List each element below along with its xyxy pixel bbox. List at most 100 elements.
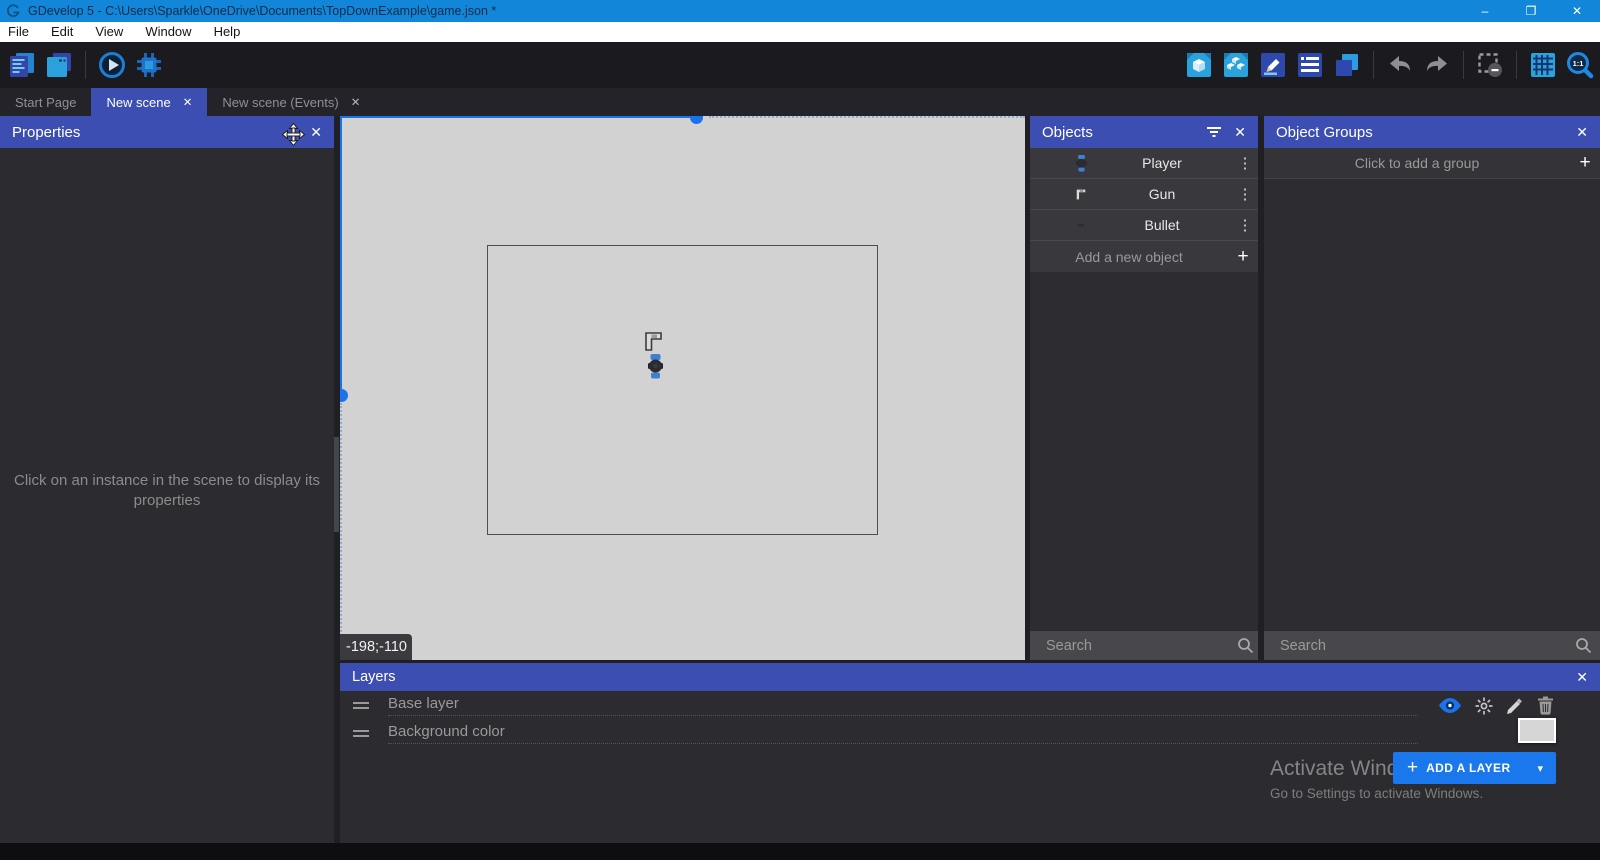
drag-handle-icon[interactable] [353, 730, 369, 737]
deselect-all-icon[interactable] [1476, 51, 1504, 79]
undo-icon[interactable] [1386, 51, 1414, 79]
menu-help[interactable]: Help [203, 22, 252, 42]
plus-icon[interactable]: + [1570, 152, 1600, 174]
layer-name[interactable]: Background color [388, 723, 1418, 744]
object-menu-icon[interactable]: ⋮ [1232, 216, 1258, 234]
groups-search-input[interactable] [1264, 638, 1566, 654]
horizontal-scrollbar-thumb[interactable] [690, 116, 703, 124]
properties-panel: Properties ✕ Click on an instance in the… [0, 116, 334, 843]
title-bar: GDevelop 5 - C:\Users\Sparkle\OneDrive\D… [0, 0, 1600, 22]
objects-header[interactable]: Objects ✕ [1030, 116, 1258, 148]
object-row-player[interactable]: Player ⋮ [1030, 148, 1258, 179]
layer-name[interactable]: Base layer [388, 695, 1418, 716]
plus-icon[interactable]: + [1228, 246, 1258, 268]
object-menu-icon[interactable]: ⋮ [1232, 185, 1258, 203]
menu-window[interactable]: Window [134, 22, 202, 42]
object-groups-panel: Object Groups ✕ Click to add a group + [1264, 116, 1600, 660]
object-groups-header[interactable]: Object Groups ✕ [1264, 116, 1600, 148]
toolbar-separator [1516, 51, 1517, 79]
drag-handle-icon[interactable] [353, 702, 369, 709]
scene-canvas[interactable]: -198;-110 [340, 116, 1025, 660]
player-instance[interactable] [648, 354, 663, 379]
search-icon [1233, 637, 1258, 654]
project-manager-icon[interactable] [8, 51, 36, 79]
toolbar-separator [85, 51, 86, 79]
horizontal-scrollbar-track [709, 116, 1025, 118]
tab-label: Start Page [15, 95, 76, 110]
object-name: Gun [1092, 186, 1232, 202]
plus-icon: + [1407, 757, 1418, 779]
add-group-row[interactable]: Click to add a group + [1264, 148, 1600, 179]
add-layer-button[interactable]: + ADD A LAYER ▾ [1393, 752, 1556, 784]
add-object-group-icon[interactable] [1222, 51, 1250, 79]
redo-icon[interactable] [1423, 51, 1451, 79]
add-object-row[interactable]: Add a new object + [1030, 241, 1258, 272]
vertical-scrollbar[interactable] [340, 116, 342, 390]
objects-title: Objects [1042, 124, 1093, 141]
tab-new-scene-events[interactable]: New scene (Events) ✕ [207, 88, 375, 116]
tab-close-icon[interactable]: ✕ [351, 95, 361, 109]
tab-bar: Start Page New scene ✕ New scene (Events… [0, 88, 1600, 116]
zoom-1-1-icon[interactable]: 1:1 [1566, 51, 1594, 79]
gun-object-icon [1070, 187, 1092, 202]
toggle-grid-icon[interactable] [1529, 51, 1557, 79]
vertical-scrollbar-thumb[interactable] [340, 389, 348, 402]
instances-list-icon[interactable] [1296, 51, 1324, 79]
tab-new-scene[interactable]: New scene ✕ [91, 88, 207, 116]
cursor-coordinates-badge: -198;-110 [340, 634, 412, 660]
chevron-down-icon[interactable]: ▾ [1537, 762, 1543, 775]
objects-close-icon[interactable]: ✕ [1234, 124, 1246, 141]
properties-scrollbar[interactable] [334, 437, 339, 532]
menu-bar: File Edit View Window Help [0, 22, 1600, 42]
layers-title: Layers [352, 669, 396, 685]
scene-editor-icon[interactable] [45, 51, 73, 79]
tab-close-icon[interactable]: ✕ [183, 95, 193, 109]
edit-scene-properties-icon[interactable] [1259, 51, 1287, 79]
object-menu-icon[interactable]: ⋮ [1232, 154, 1258, 172]
player-object-icon [1070, 155, 1092, 172]
window-title: GDevelop 5 - C:\Users\Sparkle\OneDrive\D… [28, 4, 496, 18]
menu-edit[interactable]: Edit [40, 22, 84, 42]
minimize-button[interactable]: – [1462, 0, 1508, 22]
object-name: Player [1092, 155, 1232, 171]
layers-close-icon[interactable]: ✕ [1576, 669, 1588, 686]
debug-icon[interactable] [135, 51, 163, 79]
properties-close-icon[interactable]: ✕ [310, 124, 322, 141]
toolbar: 1:1 [0, 42, 1600, 88]
gun-instance[interactable] [643, 330, 664, 353]
window-bottom-edge [0, 843, 1600, 860]
move-cursor-icon [282, 123, 305, 146]
object-row-gun[interactable]: Gun ⋮ [1030, 179, 1258, 210]
menu-view[interactable]: View [84, 22, 134, 42]
objects-search-input[interactable] [1030, 638, 1233, 654]
layers-toolbar-icon[interactable] [1333, 51, 1361, 79]
object-groups-close-icon[interactable]: ✕ [1576, 124, 1588, 141]
toolbar-separator [1463, 51, 1464, 79]
layers-header[interactable]: Layers ✕ [340, 663, 1600, 691]
filter-icon[interactable] [1206, 125, 1222, 139]
svg-text:1:1: 1:1 [1573, 59, 1584, 68]
play-preview-icon[interactable] [98, 51, 126, 79]
effects-flare-icon[interactable] [1475, 697, 1493, 715]
object-name: Bullet [1092, 217, 1232, 233]
edit-pencil-icon[interactable] [1506, 697, 1524, 715]
layer-row-base[interactable]: Base layer [340, 691, 1600, 719]
delete-trash-icon[interactable] [1537, 696, 1554, 715]
tab-start-page[interactable]: Start Page [0, 88, 91, 116]
add-layer-label: ADD A LAYER [1426, 761, 1510, 775]
close-button[interactable]: ✕ [1554, 0, 1600, 22]
properties-empty-message: Click on an instance in the scene to dis… [14, 471, 320, 511]
restore-button[interactable]: ❐ [1508, 0, 1554, 22]
object-row-bullet[interactable]: Bullet ⋮ [1030, 210, 1258, 241]
layer-row-background[interactable]: Background color [340, 719, 1600, 747]
add-object-icon[interactable] [1185, 51, 1213, 79]
background-color-swatch[interactable] [1518, 718, 1556, 743]
toolbar-separator [1373, 51, 1374, 79]
horizontal-scrollbar[interactable] [340, 116, 703, 118]
objects-search-bar [1030, 631, 1258, 660]
watermark-subtitle: Go to Settings to activate Windows. [1270, 786, 1483, 801]
tab-label: New scene (Events) [222, 95, 338, 110]
visibility-eye-icon[interactable] [1438, 697, 1462, 714]
menu-file[interactable]: File [0, 22, 40, 42]
object-groups-title: Object Groups [1276, 124, 1373, 141]
